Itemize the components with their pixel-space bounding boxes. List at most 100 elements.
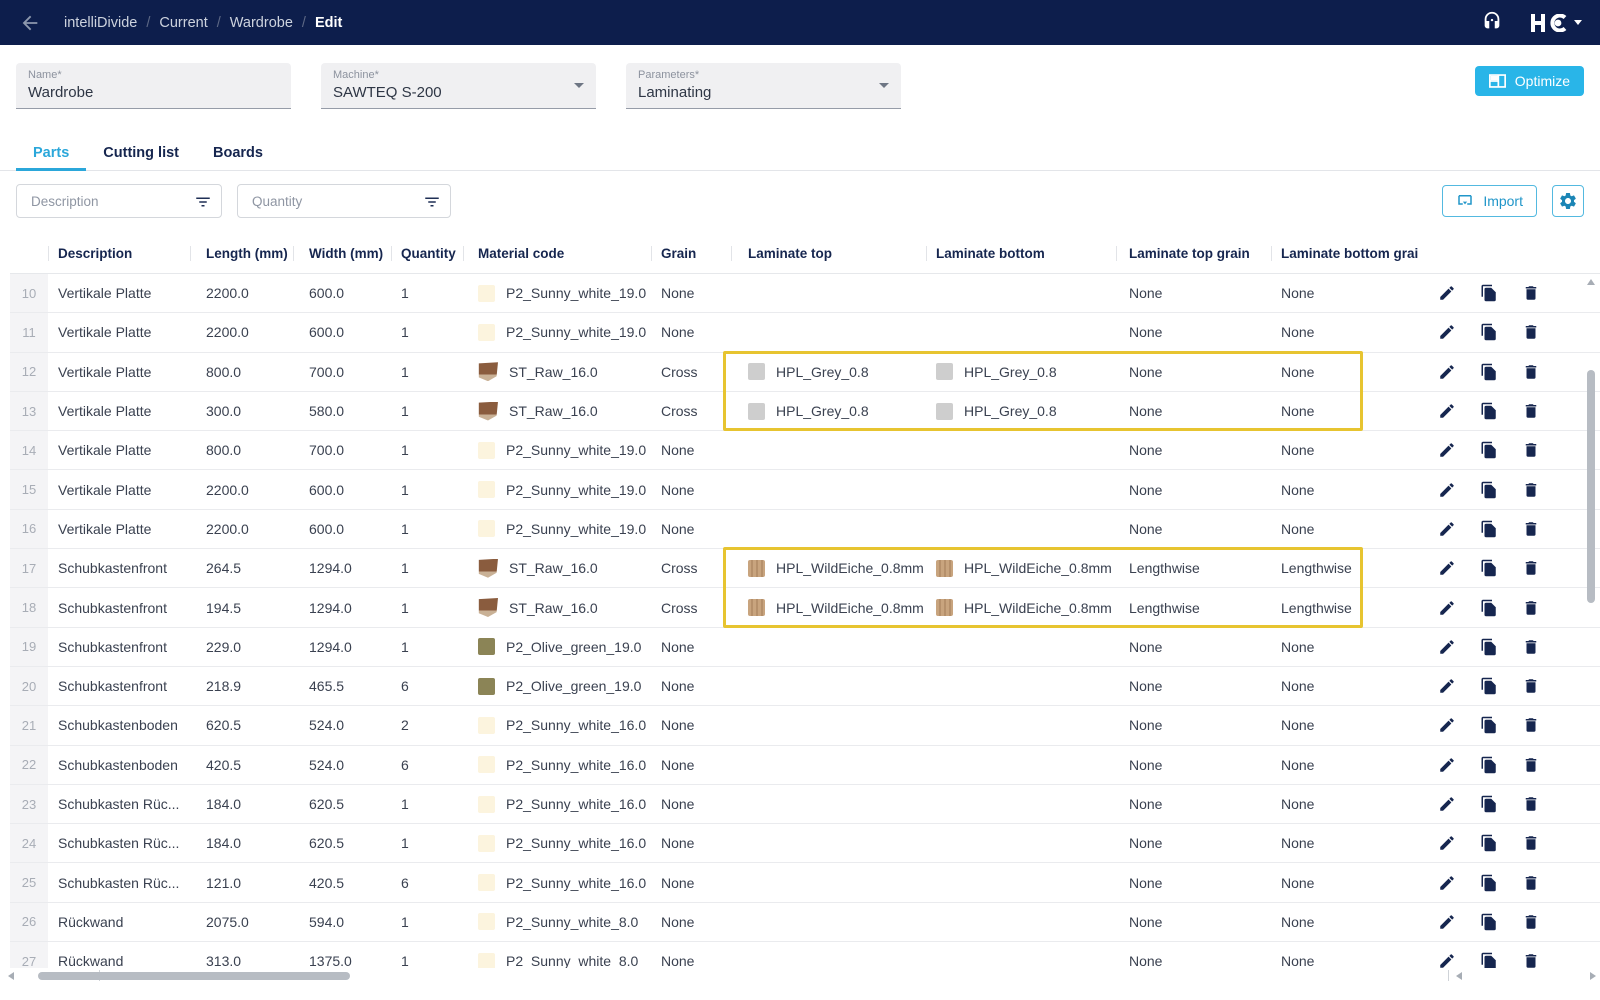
table-row-11[interactable]: 11Vertikale Platte2200.0600.01P2_Sunny_w… [10, 313, 1600, 352]
duplicate-row-button[interactable] [1480, 795, 1498, 813]
table-row-19[interactable]: 19Schubkastenfront229.01294.01P2_Olive_g… [10, 628, 1600, 667]
delete-row-button[interactable] [1522, 756, 1540, 774]
edit-row-button[interactable] [1438, 441, 1456, 459]
duplicate-row-button[interactable] [1480, 323, 1498, 341]
horizontal-scrollbar-thumb[interactable] [38, 972, 350, 980]
table-row-21[interactable]: 21Schubkastenboden620.5524.02P2_Sunny_wh… [10, 706, 1600, 745]
duplicate-row-button[interactable] [1480, 638, 1498, 656]
optimize-button[interactable]: Optimize [1475, 66, 1584, 96]
table-row-20[interactable]: 20Schubkastenfront218.9465.56P2_Olive_gr… [10, 667, 1600, 706]
edit-row-button[interactable] [1438, 559, 1456, 577]
column-header-lbg[interactable]: Laminate bottom grain [1271, 246, 1418, 261]
column-header-qty[interactable]: Quantity [391, 246, 463, 261]
edit-row-button[interactable] [1438, 284, 1456, 302]
duplicate-row-button[interactable] [1480, 284, 1498, 302]
parameters-select[interactable]: Parameters* Laminating [626, 63, 901, 109]
table-row-24[interactable]: 24Schubkasten Rüc...184.0620.51P2_Sunny_… [10, 824, 1600, 863]
support-button[interactable] [1481, 10, 1503, 35]
edit-row-button[interactable] [1438, 599, 1456, 617]
duplicate-row-button[interactable] [1480, 599, 1498, 617]
duplicate-row-button[interactable] [1480, 481, 1498, 499]
delete-row-button[interactable] [1522, 638, 1540, 656]
edit-row-button[interactable] [1438, 834, 1456, 852]
edit-row-button[interactable] [1438, 481, 1456, 499]
duplicate-row-button[interactable] [1480, 834, 1498, 852]
back-button[interactable] [18, 11, 42, 35]
vertical-scrollbar[interactable] [1584, 275, 1598, 987]
column-header-lamtop[interactable]: Laminate top [731, 246, 926, 261]
delete-row-button[interactable] [1522, 481, 1540, 499]
edit-row-button[interactable] [1438, 716, 1456, 734]
column-header-wid[interactable]: Width (mm) [293, 246, 391, 261]
edit-row-button[interactable] [1438, 795, 1456, 813]
table-row-15[interactable]: 15Vertikale Platte2200.0600.01P2_Sunny_w… [10, 470, 1600, 509]
edit-row-button[interactable] [1438, 677, 1456, 695]
delete-row-button[interactable] [1522, 874, 1540, 892]
table-row-12[interactable]: 12Vertikale Platte800.0700.01ST_Raw_16.0… [10, 353, 1600, 392]
delete-row-button[interactable] [1522, 323, 1540, 341]
column-header-ltg[interactable]: Laminate top grain [1116, 246, 1271, 261]
breadcrumb-job[interactable]: Wardrobe [230, 15, 293, 31]
edit-row-button[interactable] [1438, 323, 1456, 341]
delete-row-button[interactable] [1522, 284, 1540, 302]
duplicate-row-button[interactable] [1480, 677, 1498, 695]
edit-row-button[interactable] [1438, 520, 1456, 538]
edit-row-button[interactable] [1438, 756, 1456, 774]
edit-row-button[interactable] [1438, 402, 1456, 420]
table-row-13[interactable]: 13Vertikale Platte300.0580.01ST_Raw_16.0… [10, 392, 1600, 431]
duplicate-row-button[interactable] [1480, 874, 1498, 892]
edit-row-button[interactable] [1438, 363, 1456, 381]
table-row-17[interactable]: 17Schubkastenfront264.51294.01ST_Raw_16.… [10, 549, 1600, 588]
column-header-desc[interactable]: Description [48, 246, 190, 261]
delete-row-button[interactable] [1522, 402, 1540, 420]
column-header-len[interactable]: Length (mm) [190, 246, 293, 261]
duplicate-row-button[interactable] [1480, 559, 1498, 577]
table-row-14[interactable]: 14Vertikale Platte800.0700.01P2_Sunny_wh… [10, 431, 1600, 470]
tab-cutting-list[interactable]: Cutting list [86, 135, 196, 170]
description-filter[interactable] [16, 184, 222, 218]
scroll-right-arrow-icon[interactable] [1590, 972, 1596, 980]
breadcrumb-current[interactable]: Current [159, 15, 207, 31]
table-row-22[interactable]: 22Schubkastenboden420.5524.06P2_Sunny_wh… [10, 746, 1600, 785]
column-header-mat[interactable]: Material code [463, 246, 651, 261]
quantity-filter-input[interactable] [250, 193, 418, 210]
scroll-up-arrow-icon[interactable] [1587, 279, 1595, 285]
quantity-filter[interactable] [237, 184, 451, 218]
delete-row-button[interactable] [1522, 834, 1540, 852]
table-row-10[interactable]: 10Vertikale Platte2200.0600.01P2_Sunny_w… [10, 274, 1600, 313]
duplicate-row-button[interactable] [1480, 716, 1498, 734]
import-button[interactable]: Import [1442, 185, 1537, 217]
duplicate-row-button[interactable] [1480, 520, 1498, 538]
filter-icon[interactable] [423, 193, 441, 211]
machine-select[interactable]: Machine* SAWTEQ S-200 [321, 63, 596, 109]
delete-row-button[interactable] [1522, 795, 1540, 813]
tab-parts[interactable]: Parts [16, 135, 86, 170]
description-filter-input[interactable] [29, 193, 189, 210]
column-header-grain[interactable]: Grain [651, 246, 731, 261]
filter-icon[interactable] [194, 193, 212, 211]
edit-row-button[interactable] [1438, 638, 1456, 656]
duplicate-row-button[interactable] [1480, 402, 1498, 420]
horizontal-scrollbar[interactable] [0, 968, 1600, 984]
delete-row-button[interactable] [1522, 677, 1540, 695]
scroll-left-arrow-icon[interactable] [1456, 972, 1462, 980]
tab-boards[interactable]: Boards [196, 135, 280, 170]
table-row-25[interactable]: 25Schubkasten Rüc...121.0420.56P2_Sunny_… [10, 863, 1600, 902]
edit-row-button[interactable] [1438, 913, 1456, 931]
delete-row-button[interactable] [1522, 520, 1540, 538]
duplicate-row-button[interactable] [1480, 441, 1498, 459]
duplicate-row-button[interactable] [1480, 756, 1498, 774]
column-header-lambot[interactable]: Laminate bottom [926, 246, 1116, 261]
name-field[interactable]: Name* Wardrobe [16, 63, 291, 109]
settings-button[interactable] [1552, 185, 1584, 217]
delete-row-button[interactable] [1522, 559, 1540, 577]
vertical-scrollbar-thumb[interactable] [1587, 370, 1595, 603]
delete-row-button[interactable] [1522, 716, 1540, 734]
breadcrumb-app[interactable]: intelliDivide [64, 15, 137, 31]
duplicate-row-button[interactable] [1480, 363, 1498, 381]
table-row-18[interactable]: 18Schubkastenfront194.51294.01ST_Raw_16.… [10, 588, 1600, 627]
edit-row-button[interactable] [1438, 874, 1456, 892]
delete-row-button[interactable] [1522, 363, 1540, 381]
delete-row-button[interactable] [1522, 441, 1540, 459]
table-row-16[interactable]: 16Vertikale Platte2200.0600.01P2_Sunny_w… [10, 510, 1600, 549]
